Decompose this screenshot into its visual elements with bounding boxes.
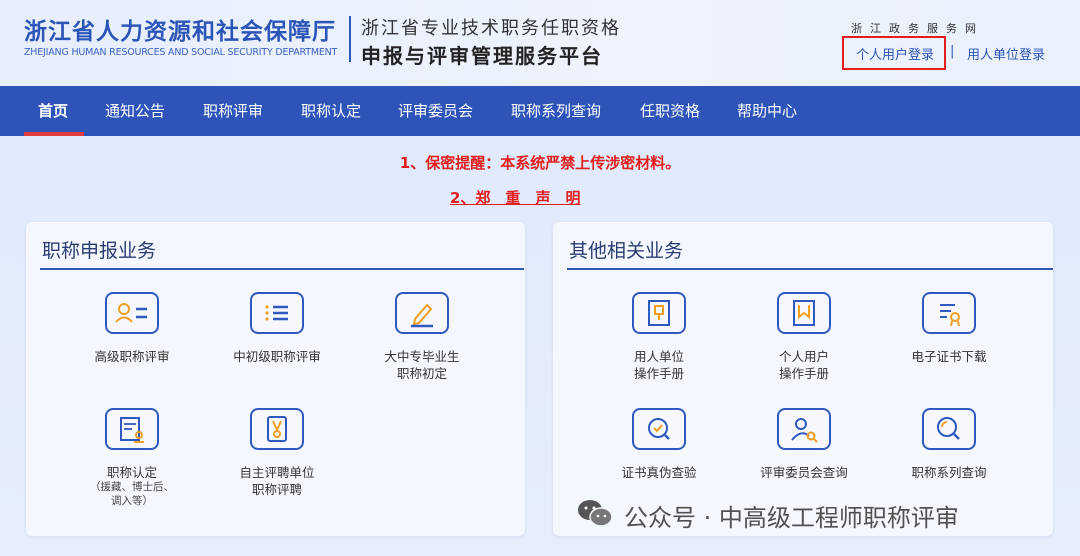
- tile-self-evaluation-unit[interactable]: 自主评聘单位 职称评聘: [202, 408, 352, 518]
- search-icon: [922, 408, 976, 450]
- gov-net-char: 网: [965, 22, 976, 35]
- unit-login-link[interactable]: 用人单位登录: [967, 44, 1045, 63]
- personal-login-link[interactable]: 个人用户登录: [856, 44, 934, 63]
- gov-net-char: 服: [927, 22, 938, 35]
- panel-title: 其他相关业务: [569, 240, 684, 262]
- nav-notices[interactable]: 通知公告: [105, 86, 165, 136]
- certificate-download-icon: [922, 292, 976, 334]
- tile-e-certificate-download[interactable]: 电子证书下载: [874, 292, 1024, 402]
- tile-mid-junior-title-review[interactable]: 中初级职称评审: [202, 292, 352, 402]
- gov-net-char: 务: [908, 22, 919, 35]
- badge-icon: [250, 408, 304, 450]
- panel-title-underline: [40, 268, 524, 270]
- nav-help-center[interactable]: 帮助中心: [737, 86, 797, 136]
- edit-pen-icon: [395, 292, 449, 334]
- list-icon: [250, 292, 304, 334]
- tile-senior-title-review[interactable]: 高级职称评审: [57, 292, 207, 402]
- platform-title-line1: 浙江省专业技术职务任职资格: [361, 18, 621, 39]
- verify-search-icon: [632, 408, 686, 450]
- unit-manual-icon: [632, 292, 686, 334]
- wechat-watermark: 公众号 · 中高级工程师职称评审: [576, 494, 1050, 534]
- tile-label: 用人单位 操作手册: [633, 349, 684, 381]
- nav-active-indicator: [24, 132, 84, 136]
- security-notice: 1、保密提醒：本系统严禁上传涉密材料。: [399, 154, 681, 172]
- tile-label: 电子证书下载: [911, 349, 987, 364]
- nav-review-committee[interactable]: 评审委员会: [398, 86, 473, 136]
- gov-net-char: 务: [946, 22, 957, 35]
- solemn-statement-link[interactable]: 2、郑 重 声 明: [450, 187, 580, 208]
- title-application-panel: 职称申报业务 高级职称评审 中初级职称评审 大中专毕业生 职称初定 职称认定 （…: [26, 222, 525, 536]
- certificate-stamp-icon: [105, 408, 159, 450]
- platform-title-line2: 申报与评审管理服务平台: [361, 44, 603, 68]
- header-divider: [349, 16, 351, 62]
- nav-title-recognition[interactable]: 职称认定: [301, 86, 361, 136]
- org-name-cn: 浙江省人力资源和社会保障厅: [24, 19, 336, 45]
- main-nav: 首页 通知公告 职称评审 职称认定 评审委员会 职称系列查询 任职资格 帮助中心: [0, 86, 1080, 136]
- gov-net-char: 浙: [851, 22, 862, 35]
- tile-title-recognition[interactable]: 职称认定 （援藏、博士后、 调入等）: [57, 408, 207, 518]
- tile-label: 高级职称评审: [94, 349, 170, 364]
- tile-label: 证书真伪查验: [621, 465, 697, 480]
- tile-label: 评审委员会查询: [760, 465, 848, 480]
- watermark-text: 公众号 · 中高级工程师职称评审: [624, 504, 959, 532]
- tile-graduate-initial-title[interactable]: 大中专毕业生 职称初定: [347, 292, 497, 402]
- gov-service-net-link[interactable]: 浙江政务服务网: [851, 20, 976, 36]
- nav-qualification[interactable]: 任职资格: [640, 86, 700, 136]
- login-separator: |: [950, 44, 955, 59]
- bookmark-icon: [777, 292, 831, 334]
- tile-label: 大中专毕业生 职称初定: [384, 349, 460, 381]
- org-name-en: ZHEJIANG HUMAN RESOURCES AND SOCIAL SECU…: [24, 47, 338, 58]
- id-card-icon: [105, 292, 159, 334]
- tile-label: 自主评聘单位 职称评聘: [239, 465, 315, 497]
- site-header: 浙江省人力资源和社会保障厅 ZHEJIANG HUMAN RESOURCES A…: [0, 0, 1080, 86]
- nav-home[interactable]: 首页: [38, 86, 68, 136]
- wechat-logo-icon: [578, 500, 613, 527]
- tile-label: 中初级职称评审: [233, 349, 321, 364]
- user-search-icon: [777, 408, 831, 450]
- gov-net-char: 江: [870, 22, 881, 35]
- tile-sublabel: （援藏、博士后、 调入等）: [90, 481, 174, 507]
- gov-net-char: 政: [889, 22, 900, 35]
- tile-unit-manual[interactable]: 用人单位 操作手册: [584, 292, 734, 402]
- nav-title-review[interactable]: 职称评审: [203, 86, 263, 136]
- other-services-panel: 其他相关业务 用人单位 操作手册 个人用户 操作手册 电子证书下载 证书真伪查验…: [553, 222, 1053, 536]
- nav-title-series-query[interactable]: 职称系列查询: [511, 86, 601, 136]
- tile-label: 职称系列查询: [911, 465, 987, 480]
- panel-title-underline: [567, 268, 1053, 270]
- tile-label: 职称认定: [106, 465, 157, 480]
- tile-label: 个人用户 操作手册: [778, 349, 829, 381]
- panel-title: 职称申报业务: [42, 240, 157, 262]
- tile-personal-manual[interactable]: 个人用户 操作手册: [729, 292, 879, 402]
